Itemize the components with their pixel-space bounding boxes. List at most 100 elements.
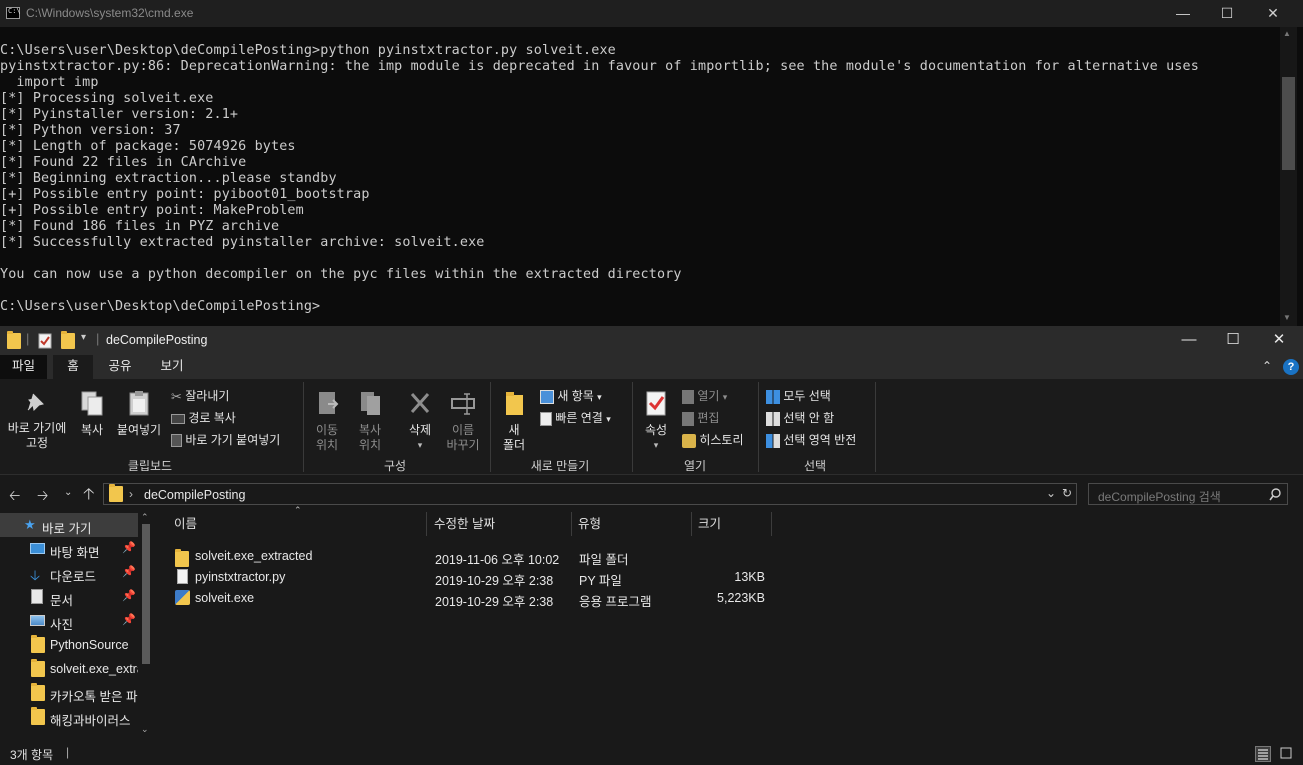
invert-selection-button[interactable]: 선택 영역 반전: [766, 431, 856, 448]
forward-arrow-icon[interactable]: 🡢: [37, 485, 48, 509]
close-icon[interactable]: ✕: [1250, 0, 1296, 27]
chevron-right-icon[interactable]: ›: [129, 487, 133, 501]
navigation-pane: ★ 바로 가기 바탕 화면 📌 🡣 다운로드 📌 문서 📌 사진 📌 Pytho…: [0, 512, 153, 742]
copy-button[interactable]: 복사: [76, 389, 108, 438]
nav-item-desktop[interactable]: 바탕 화면 📌: [0, 537, 138, 561]
column-header-size[interactable]: 크기: [698, 512, 721, 536]
column-divider[interactable]: [691, 512, 692, 536]
scroll-down-icon[interactable]: ▼: [1283, 313, 1291, 322]
search-input[interactable]: deCompilePosting 검색: [1088, 483, 1288, 505]
nav-item-quick-access[interactable]: ★ 바로 가기: [0, 513, 138, 537]
select-all-button[interactable]: 모두 선택: [766, 387, 831, 404]
pin-icon[interactable]: 📌: [122, 541, 136, 554]
exe-icon: [175, 590, 190, 605]
paste-shortcut-button[interactable]: 바로 가기 붙여넣기: [171, 431, 280, 448]
copy-to-button[interactable]: 복사 위치: [351, 389, 389, 453]
properties-button[interactable]: 속성 ▾: [638, 389, 674, 453]
status-bar: 3개 항목 |: [0, 742, 1303, 765]
tab-view[interactable]: 보기: [152, 355, 192, 379]
refresh-icon[interactable]: ↻: [1062, 486, 1072, 500]
large-icons-view-icon[interactable]: [1279, 746, 1295, 762]
address-bar[interactable]: › deCompilePosting ⌄ ↻: [103, 483, 1077, 505]
minimize-icon[interactable]: —: [1166, 326, 1212, 355]
table-row[interactable]: pyinstxtractor.py 2019-10-29 오후 2:38 PY …: [173, 567, 773, 588]
nav-item-downloads[interactable]: 🡣 다운로드 📌: [0, 561, 138, 585]
scroll-down-icon[interactable]: ⌄: [141, 724, 149, 735]
move-to-button[interactable]: 이동 위치: [310, 389, 344, 453]
window-title: deCompilePosting: [106, 333, 208, 347]
paste-button[interactable]: 붙여넣기: [114, 389, 164, 438]
nav-item-folder[interactable]: solveit.exe_extra: [0, 657, 138, 681]
chevron-down-icon[interactable]: ⌄: [1046, 486, 1056, 500]
terminal-line: C:\Users\user\Desktop\deCompilePosting>p…: [0, 43, 616, 58]
column-divider[interactable]: [771, 512, 772, 536]
maximize-icon[interactable]: ☐: [1204, 0, 1250, 27]
up-arrow-icon[interactable]: 🡡: [83, 483, 95, 510]
collapse-ribbon-icon[interactable]: ⌃: [1262, 359, 1272, 373]
cmd-scroll-thumb[interactable]: [1282, 77, 1295, 170]
star-icon: ★: [24, 517, 36, 532]
file-name: solveit.exe_extracted: [195, 549, 313, 563]
table-row[interactable]: solveit.exe_extracted 2019-11-06 오후 10:0…: [173, 546, 773, 567]
address-path[interactable]: deCompilePosting: [144, 488, 245, 502]
cmd-titlebar[interactable]: C:\ C:\Windows\system32\cmd.exe — ☐ ✕: [0, 0, 1303, 27]
nav-item-pictures[interactable]: 사진 📌: [0, 609, 138, 633]
maximize-icon[interactable]: ☐: [1210, 326, 1256, 355]
tab-home[interactable]: 홈: [53, 355, 93, 379]
file-size: 13KB: [734, 570, 765, 584]
nav-item-label: 바로 가기: [42, 522, 92, 536]
column-divider[interactable]: [426, 512, 427, 536]
new-item-button[interactable]: 새 항목 ▾: [540, 387, 602, 404]
scroll-up-icon[interactable]: ⌃: [141, 512, 149, 523]
nav-item-folder[interactable]: 카카오톡 받은 파: [0, 681, 138, 705]
pin-icon[interactable]: 📌: [122, 565, 136, 578]
rename-button[interactable]: 이름 바꾸기: [441, 389, 485, 453]
cmd-title: C:\Windows\system32\cmd.exe: [26, 6, 194, 20]
delete-button[interactable]: 삭제 ▾: [402, 389, 438, 453]
rename-label: 이름 바꾸기: [446, 423, 480, 452]
explorer-titlebar[interactable]: | ▾ | deCompilePosting — ☐ ✕: [0, 326, 1303, 355]
nav-item-folder[interactable]: PythonSource: [0, 633, 138, 657]
divider: |: [96, 331, 100, 346]
cmd-output[interactable]: C:\Users\user\Desktop\deCompilePosting> p…: [0, 43, 1280, 326]
help-icon[interactable]: ?: [1283, 359, 1299, 375]
new-folder-quick-icon[interactable]: [61, 331, 75, 352]
cmd-scrollbar[interactable]: ▲ ▼: [1280, 27, 1297, 326]
paste-icon: [129, 391, 149, 416]
new-folder-button[interactable]: 새 폴더: [498, 389, 530, 453]
copy-label: 복사: [80, 423, 104, 437]
open-button[interactable]: 열기 ▾: [682, 387, 727, 404]
column-header-name[interactable]: 이름: [174, 512, 197, 536]
select-none-button[interactable]: 선택 안 함: [766, 409, 834, 426]
pin-icon[interactable]: 📌: [122, 613, 136, 626]
nav-item-label: 다운로드: [50, 570, 97, 584]
minimize-icon[interactable]: —: [1160, 0, 1206, 27]
easy-access-button[interactable]: 빠른 연결 ▾: [540, 409, 611, 426]
details-view-icon[interactable]: [1255, 746, 1271, 762]
tab-share[interactable]: 공유: [100, 355, 140, 379]
table-row[interactable]: solveit.exe 2019-10-29 오후 2:38 응용 프로그램 5…: [173, 588, 773, 609]
back-arrow-icon[interactable]: 🡠: [9, 485, 20, 509]
folder-icon: [109, 484, 123, 505]
ribbon-separator: [490, 382, 491, 472]
history-button[interactable]: 히스토리: [682, 431, 744, 448]
column-divider[interactable]: [571, 512, 572, 536]
close-icon[interactable]: ✕: [1256, 326, 1302, 355]
nav-scrollbar[interactable]: ⌃ ⌄: [138, 512, 153, 742]
pin-quick-access-button[interactable]: 바로 가기에 고정: [4, 391, 70, 451]
nav-item-folder[interactable]: 해킹과바이러스: [0, 705, 138, 729]
nav-item-documents[interactable]: 문서 📌: [0, 585, 138, 609]
copy-path-button[interactable]: 경로 복사: [171, 409, 236, 426]
edit-button[interactable]: 편집: [682, 409, 719, 426]
tab-file[interactable]: 파일: [0, 355, 47, 379]
cut-button[interactable]: ✂ 잘라내기: [171, 387, 229, 405]
recent-locations-icon[interactable]: ⌄: [64, 487, 72, 498]
properties-quick-icon[interactable]: [38, 333, 52, 352]
nav-scroll-thumb[interactable]: [142, 524, 150, 664]
column-header-type[interactable]: 유형: [578, 512, 601, 536]
column-header-modified[interactable]: 수정한 날짜: [434, 512, 495, 536]
search-icon[interactable]: [1269, 488, 1282, 501]
customize-quick-access-icon[interactable]: ▾: [81, 332, 86, 343]
scroll-up-icon[interactable]: ▲: [1283, 29, 1291, 38]
pin-icon[interactable]: 📌: [122, 589, 136, 602]
